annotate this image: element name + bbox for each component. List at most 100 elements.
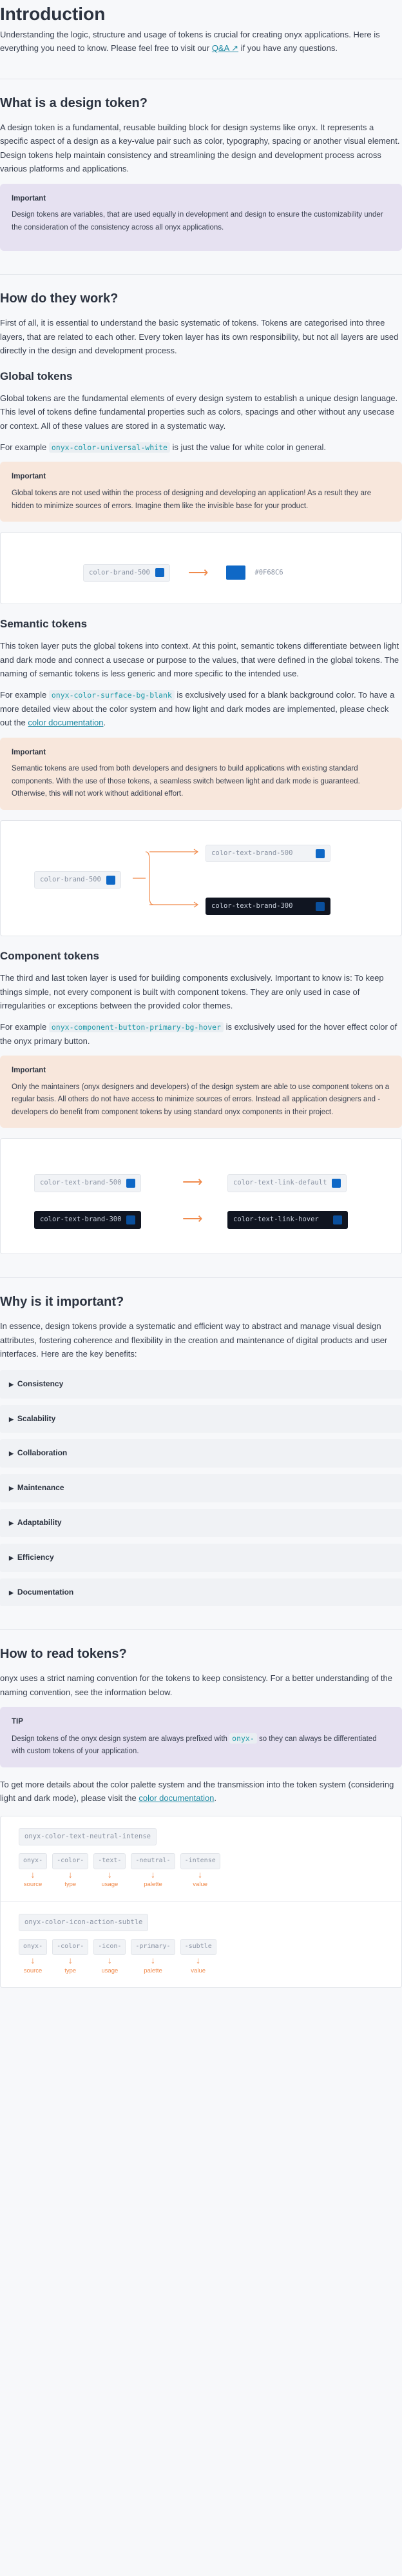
link-hover-chip: color-text-link-hover [227, 1211, 348, 1229]
triangle-right-icon: ▶ [9, 1519, 14, 1526]
token-segments: onyx- ↓ source -color- ↓ type -icon- ↓ usage -… [19, 1939, 383, 1976]
callout-text: Semantic tokens are used from both devel… [12, 765, 360, 798]
segment-token: -primary- [131, 1939, 175, 1955]
global-token-diagram: color-brand-500 ⟶ #0F68C6 [0, 532, 402, 605]
accordion-item-scalability[interactable]: ▶ Scalability [0, 1404, 402, 1433]
callout-title: Important [12, 473, 46, 481]
intro-section: Introduction Understanding the logic, st… [0, 0, 402, 55]
segment-usage: -text- ↓ usage [93, 1853, 126, 1890]
color-documentation-link[interactable]: color documentation [28, 718, 103, 727]
arrow-down-icon: ↓ [68, 1869, 73, 1880]
value-swatch [226, 565, 246, 580]
why-heading: Why is it important? [0, 1295, 124, 1310]
arrow-down-icon: ↓ [107, 1869, 112, 1880]
arrow-down-icon: ↓ [30, 1869, 35, 1880]
accordion-item-documentation[interactable]: ▶ Documentation [0, 1578, 402, 1607]
color-swatch [316, 849, 325, 858]
tip-callout: TIP Design tokens of the onyx design sys… [0, 1707, 402, 1767]
global-token-code: onyx-color-universal-white [48, 442, 170, 453]
accordion-item-maintenance[interactable]: ▶ Maintenance [0, 1474, 402, 1502]
callout-text: Global tokens are not used within the pr… [12, 489, 372, 510]
accordion-label: Adaptability [17, 1517, 62, 1527]
link-default-chip: color-text-link-default [227, 1174, 347, 1192]
arrow-down-icon: ↓ [198, 1869, 203, 1880]
arrow-icon: ⟶ [182, 1210, 203, 1227]
semantic-important-callout: Important Semantic tokens are used from … [0, 737, 402, 810]
segment-label: value [191, 1967, 206, 1974]
what-body: A design token is a fundamental, reusabl… [0, 122, 400, 174]
chip-label: color-text-brand-300 [40, 1215, 122, 1224]
read-body: onyx uses a strict naming convention for… [0, 1673, 392, 1697]
arrow-down-icon: ↓ [68, 1954, 73, 1965]
segment-label: value [193, 1881, 208, 1889]
segment-token: -color- [52, 1939, 89, 1955]
callout-text: Design tokens of the onyx design system … [12, 1733, 392, 1758]
global-body: Global tokens are the fundamental elemen… [0, 393, 398, 431]
callout-title: TIP [12, 1718, 23, 1726]
chip-label: color-text-link-default [233, 1179, 327, 1187]
page: Introduction Understanding the logic, st… [0, 0, 402, 2020]
chip-label: color-brand-500 [40, 875, 101, 883]
segment-label: usage [101, 1967, 119, 1974]
triangle-right-icon: ▶ [9, 1450, 14, 1457]
example-suffix: . [103, 718, 106, 728]
segment-source: onyx- ↓ source [19, 1939, 48, 1976]
callout-text: Only the maintainers (onyx designers and… [12, 1083, 390, 1116]
color-swatch [126, 1179, 136, 1188]
color-swatch [332, 1179, 341, 1188]
color-swatch [332, 1215, 342, 1225]
example-prefix: For example [0, 442, 49, 452]
read-more: To get more details about the color pale… [0, 1778, 402, 1805]
dark-token-chip: color-text-brand-300 [34, 1211, 142, 1229]
segment-label: source [23, 1881, 43, 1889]
color-swatch [126, 1215, 136, 1225]
token-segments: onyx- ↓ source -color- ↓ type -text- ↓ usage -… [19, 1853, 383, 1890]
accordion-label: Consistency [17, 1379, 64, 1388]
callout-title: Important [12, 194, 46, 202]
semantic-body: This token layer puts the global tokens … [0, 641, 399, 679]
segment-source: onyx- ↓ source [19, 1853, 48, 1890]
color-swatch [106, 875, 115, 885]
what-section: What is a design token? A design token i… [0, 95, 402, 251]
full-token-chip: onyx-color-text-neutral-intense [19, 1827, 157, 1846]
chip-label: color-text-brand-500 [40, 1179, 122, 1187]
what-important-callout: Important Design tokens are variables, t… [0, 183, 402, 251]
segment-label: type [64, 1967, 77, 1974]
segment-label: type [64, 1881, 77, 1889]
arrow-down-icon: ↓ [150, 1869, 155, 1880]
semantic-heading: Semantic tokens [0, 618, 88, 631]
global-example: For example onyx-color-universal-white i… [0, 440, 402, 454]
component-important-callout: Important Only the maintainers (onyx des… [0, 1056, 402, 1128]
accordion-item-efficiency[interactable]: ▶ Efficiency [0, 1543, 402, 1572]
segment-value: -intense ↓ value [180, 1853, 220, 1890]
accordion-item-adaptability[interactable]: ▶ Adaptability [0, 1508, 402, 1537]
segment-label: source [23, 1967, 43, 1974]
intro-text-end: if you have any questions. [238, 43, 338, 54]
chip-label: color-brand-500 [89, 568, 150, 576]
read-heading: How to read tokens? [0, 1647, 127, 1662]
component-token-code: onyx-component-button-primary-bg-hover [48, 1022, 224, 1033]
chip-label: color-text-brand-500 [211, 849, 293, 857]
example-prefix: For example [0, 690, 49, 700]
how-heading: How do they work? [0, 291, 119, 306]
callout-title: Important [12, 1067, 46, 1075]
how-section: How do they work? First of all, it is es… [0, 290, 402, 1255]
segment-palette: -neutral- ↓ palette [131, 1853, 175, 1890]
divider [0, 274, 402, 275]
qa-link[interactable]: Q&A ↗ [212, 43, 238, 53]
chip-label: color-text-brand-300 [211, 901, 293, 910]
chip-label: color-text-link-hover [233, 1215, 319, 1224]
triangle-right-icon: ▶ [9, 1415, 14, 1422]
triangle-right-icon: ▶ [9, 1381, 14, 1388]
more-suffix: . [214, 1793, 217, 1804]
triangle-right-icon: ▶ [9, 1589, 14, 1596]
segment-value: -subtle ↓ value [180, 1939, 216, 1976]
segment-label: palette [144, 1967, 162, 1974]
accordion-item-collaboration[interactable]: ▶ Collaboration [0, 1439, 402, 1468]
intro-text: Understanding the logic, structure and u… [0, 28, 402, 55]
example-prefix: For example [0, 1022, 49, 1032]
global-heading: Global tokens [0, 369, 73, 382]
color-documentation-link[interactable]: color documentation [139, 1793, 214, 1803]
accordion-item-consistency[interactable]: ▶ Consistency [0, 1370, 402, 1399]
light-token-chip: color-text-brand-500 [34, 1174, 142, 1192]
